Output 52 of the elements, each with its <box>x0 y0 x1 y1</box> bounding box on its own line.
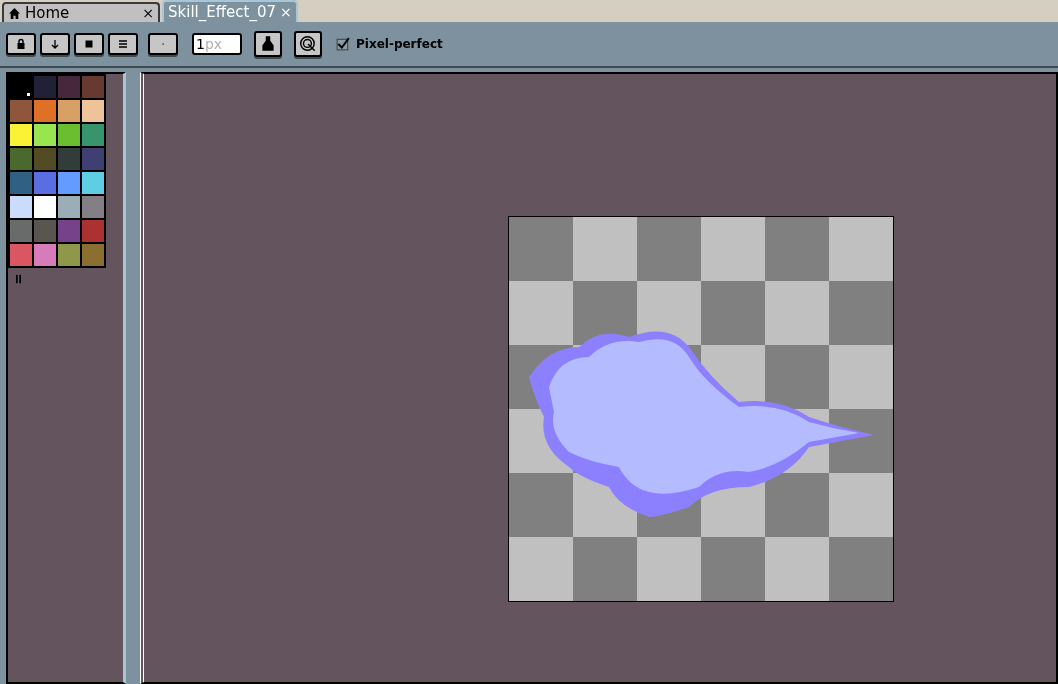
checkbox[interactable] <box>336 37 350 51</box>
palette-swatch[interactable] <box>34 220 56 242</box>
palette-swatch[interactable] <box>34 76 56 98</box>
ink-button[interactable] <box>254 31 282 57</box>
document-tab[interactable]: Home × <box>2 2 160 22</box>
palette-swatch[interactable] <box>34 196 56 218</box>
palette-swatch[interactable] <box>82 196 104 218</box>
menu-button[interactable] <box>108 33 138 55</box>
square-button[interactable] <box>74 33 104 55</box>
down-button[interactable] <box>40 33 70 55</box>
down-arrow-icon <box>49 38 61 50</box>
target-button[interactable] <box>294 31 322 57</box>
palette-swatch[interactable] <box>82 124 104 146</box>
brush-size-field[interactable]: 1px <box>192 33 242 55</box>
palette-swatch[interactable] <box>58 244 80 266</box>
palette-swatch[interactable] <box>82 220 104 242</box>
palette-swatch[interactable] <box>58 196 80 218</box>
lock-button[interactable] <box>6 33 36 55</box>
sprite-canvas[interactable] <box>508 216 894 602</box>
target-icon <box>299 35 317 53</box>
palette-swatch[interactable] <box>34 148 56 170</box>
palette-swatch[interactable] <box>58 124 80 146</box>
palette-swatch[interactable] <box>58 100 80 122</box>
palette-swatch[interactable] <box>58 148 80 170</box>
dot-button[interactable] <box>148 33 178 55</box>
menu-icon <box>117 38 129 50</box>
palette-swatch[interactable] <box>34 100 56 122</box>
palette-swatch[interactable] <box>58 220 80 242</box>
palette-swatch[interactable] <box>10 220 32 242</box>
palette-swatch[interactable] <box>10 172 32 194</box>
ink-bottle-icon <box>259 35 277 53</box>
palette-swatch[interactable] <box>82 172 104 194</box>
palette-swatch[interactable] <box>10 148 32 170</box>
square-icon <box>83 38 95 50</box>
close-button[interactable]: × <box>142 5 154 21</box>
palette-swatch[interactable] <box>10 124 32 146</box>
resize-handle-icon[interactable] <box>16 274 21 284</box>
palette-swatch[interactable] <box>34 124 56 146</box>
palette-swatch[interactable] <box>82 148 104 170</box>
home-icon <box>8 6 21 20</box>
palette-swatch[interactable] <box>82 100 104 122</box>
pixel-perfect-label: Pixel-perfect <box>356 37 443 51</box>
palette-swatch[interactable] <box>10 244 32 266</box>
palette-swatch[interactable] <box>34 172 56 194</box>
lock-icon <box>15 38 27 50</box>
palette-swatch[interactable] <box>58 76 80 98</box>
palette-swatch[interactable] <box>10 196 32 218</box>
palette-swatch[interactable] <box>82 76 104 98</box>
palette-swatch[interactable] <box>58 172 80 194</box>
palette-swatch[interactable] <box>10 100 32 122</box>
palette-swatch[interactable] <box>34 244 56 266</box>
palette-swatch[interactable] <box>82 244 104 266</box>
